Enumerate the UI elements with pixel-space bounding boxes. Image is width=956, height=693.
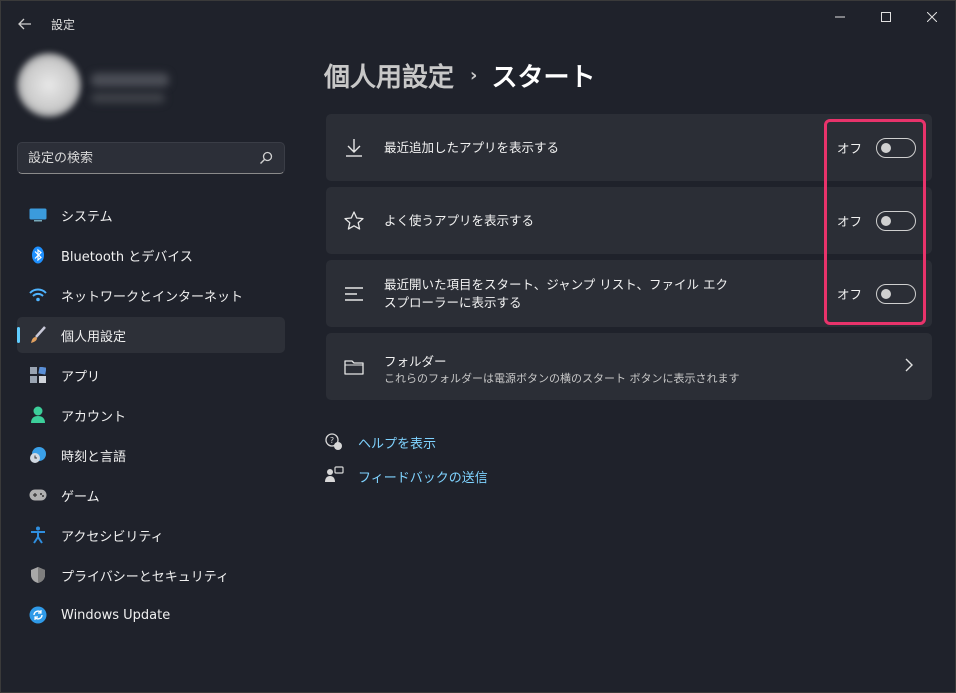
toggle-state: オフ [836, 287, 862, 302]
sidebar-item-gaming[interactable]: ゲーム [17, 477, 285, 513]
profile-email-blurred [91, 93, 165, 103]
minimize-button[interactable] [817, 1, 863, 33]
app-title: 設定 [51, 18, 76, 32]
sidebar-item-label: アカウント [61, 409, 127, 425]
maximize-icon [881, 12, 891, 22]
setting-label: 最近追加したアプリを表示する [384, 139, 560, 155]
sidebar-item-personalization[interactable]: 個人用設定 [17, 317, 285, 353]
minimize-icon [835, 16, 845, 18]
setting-label: 最近開いた項目をスタート、ジャンプ リスト、ファイル エクスプローラーに表示する [384, 276, 728, 310]
personalization-brush-icon [29, 326, 47, 344]
page-title: スタート [491, 63, 596, 93]
toggle-container: オフ [836, 283, 916, 304]
folders-title: フォルダー [384, 354, 447, 369]
time-language-icon [29, 446, 47, 464]
maximize-button[interactable] [863, 1, 909, 33]
help-icon: ? [325, 433, 342, 450]
setting-most-used-apps: よく使うアプリを表示する オフ [326, 187, 932, 254]
toggle-container: オフ [836, 137, 916, 158]
sidebar-item-system[interactable]: システム [17, 197, 285, 233]
star-icon [344, 210, 364, 230]
download-icon [346, 138, 362, 157]
folder-icon [344, 359, 364, 375]
close-button[interactable] [909, 1, 955, 33]
feedback-link-text[interactable]: フィードバックの送信 [358, 467, 488, 486]
search-input[interactable] [28, 150, 258, 166]
window-controls [817, 1, 955, 33]
sidebar-item-label: ネットワークとインターネット [61, 289, 244, 305]
avatar [17, 53, 81, 117]
feedback-link[interactable]: フィードバックの送信 [324, 466, 488, 486]
breadcrumb-parent[interactable]: 個人用設定 [324, 57, 454, 94]
sidebar-item-windows-update[interactable]: Windows Update [17, 597, 285, 633]
svg-text:?: ? [330, 436, 334, 445]
close-icon [927, 12, 937, 22]
toggle-state: オフ [836, 214, 862, 229]
user-profile[interactable] [15, 53, 175, 119]
sidebar-item-label: アプリ [61, 369, 101, 385]
toggle-knob [881, 142, 891, 153]
help-link[interactable]: ? ヘルプを表示 [324, 432, 436, 452]
accessibility-icon [29, 526, 47, 544]
setting-recently-added-apps: 最近追加したアプリを表示する オフ [326, 114, 932, 181]
recently-opened-items-toggle[interactable] [876, 283, 916, 304]
sidebar-item-label: Windows Update [61, 607, 171, 623]
search-box[interactable] [17, 142, 285, 174]
sidebar-item-time-language[interactable]: 時刻と言語 [17, 437, 285, 473]
search-icon [260, 151, 273, 164]
sidebar-item-accessibility[interactable]: アクセシビリティ [17, 517, 285, 553]
apps-icon [29, 366, 47, 384]
sidebar-nav: システム Bluetooth とデバイス ネットワークとインターネット 個人用設… [17, 197, 285, 637]
toggle-container: オフ [836, 210, 916, 231]
sidebar-item-label: ゲーム [61, 489, 100, 505]
breadcrumb: 個人用設定 › スタート [324, 57, 595, 94]
chevron-right-icon [905, 358, 913, 372]
bluetooth-icon [29, 246, 47, 264]
sidebar-item-privacy[interactable]: プライバシーとセキュリティ [17, 557, 285, 593]
back-button[interactable] [11, 10, 39, 38]
sidebar-item-label: 個人用設定 [61, 329, 127, 345]
breadcrumb-separator: › [470, 65, 478, 86]
sidebar-item-label: プライバシーとセキュリティ [61, 569, 229, 585]
settings-window: 設定 システム [0, 0, 956, 693]
account-icon [29, 406, 47, 424]
sidebar-item-label: システム [61, 209, 113, 225]
folders-subtitle: これらのフォルダーは電源ボタンの横のスタート ボタンに表示されます [384, 372, 740, 385]
shield-icon [29, 566, 47, 584]
network-icon [29, 286, 47, 304]
list-icon [345, 286, 363, 301]
sidebar-item-label: Bluetooth とデバイス [61, 249, 193, 265]
sidebar-item-label: 時刻と言語 [61, 449, 127, 465]
system-icon [29, 206, 47, 224]
feedback-icon [325, 466, 344, 482]
back-arrow-icon [18, 18, 31, 30]
toggle-state: オフ [836, 141, 862, 156]
setting-label: よく使うアプリを表示する [384, 212, 535, 228]
windows-update-icon [29, 606, 47, 624]
setting-folders[interactable]: フォルダー これらのフォルダーは電源ボタンの横のスタート ボタンに表示されます [326, 333, 932, 400]
toggle-knob [881, 215, 891, 226]
setting-recently-opened-items: 最近開いた項目をスタート、ジャンプ リスト、ファイル エクスプローラーに表示する… [326, 260, 932, 327]
sidebar-item-label: アクセシビリティ [61, 529, 164, 545]
gaming-icon [29, 486, 47, 504]
toggle-knob [881, 288, 891, 299]
sidebar-item-apps[interactable]: アプリ [17, 357, 285, 393]
sidebar-item-network[interactable]: ネットワークとインターネット [17, 277, 285, 313]
profile-name-blurred [91, 73, 169, 87]
sidebar-item-accounts[interactable]: アカウント [17, 397, 285, 433]
title-bar: 設定 [1, 1, 955, 47]
help-link-text[interactable]: ヘルプを表示 [358, 433, 436, 452]
sidebar-item-bluetooth[interactable]: Bluetooth とデバイス [17, 237, 285, 273]
most-used-apps-toggle[interactable] [876, 210, 916, 231]
recently-added-apps-toggle[interactable] [876, 137, 916, 158]
